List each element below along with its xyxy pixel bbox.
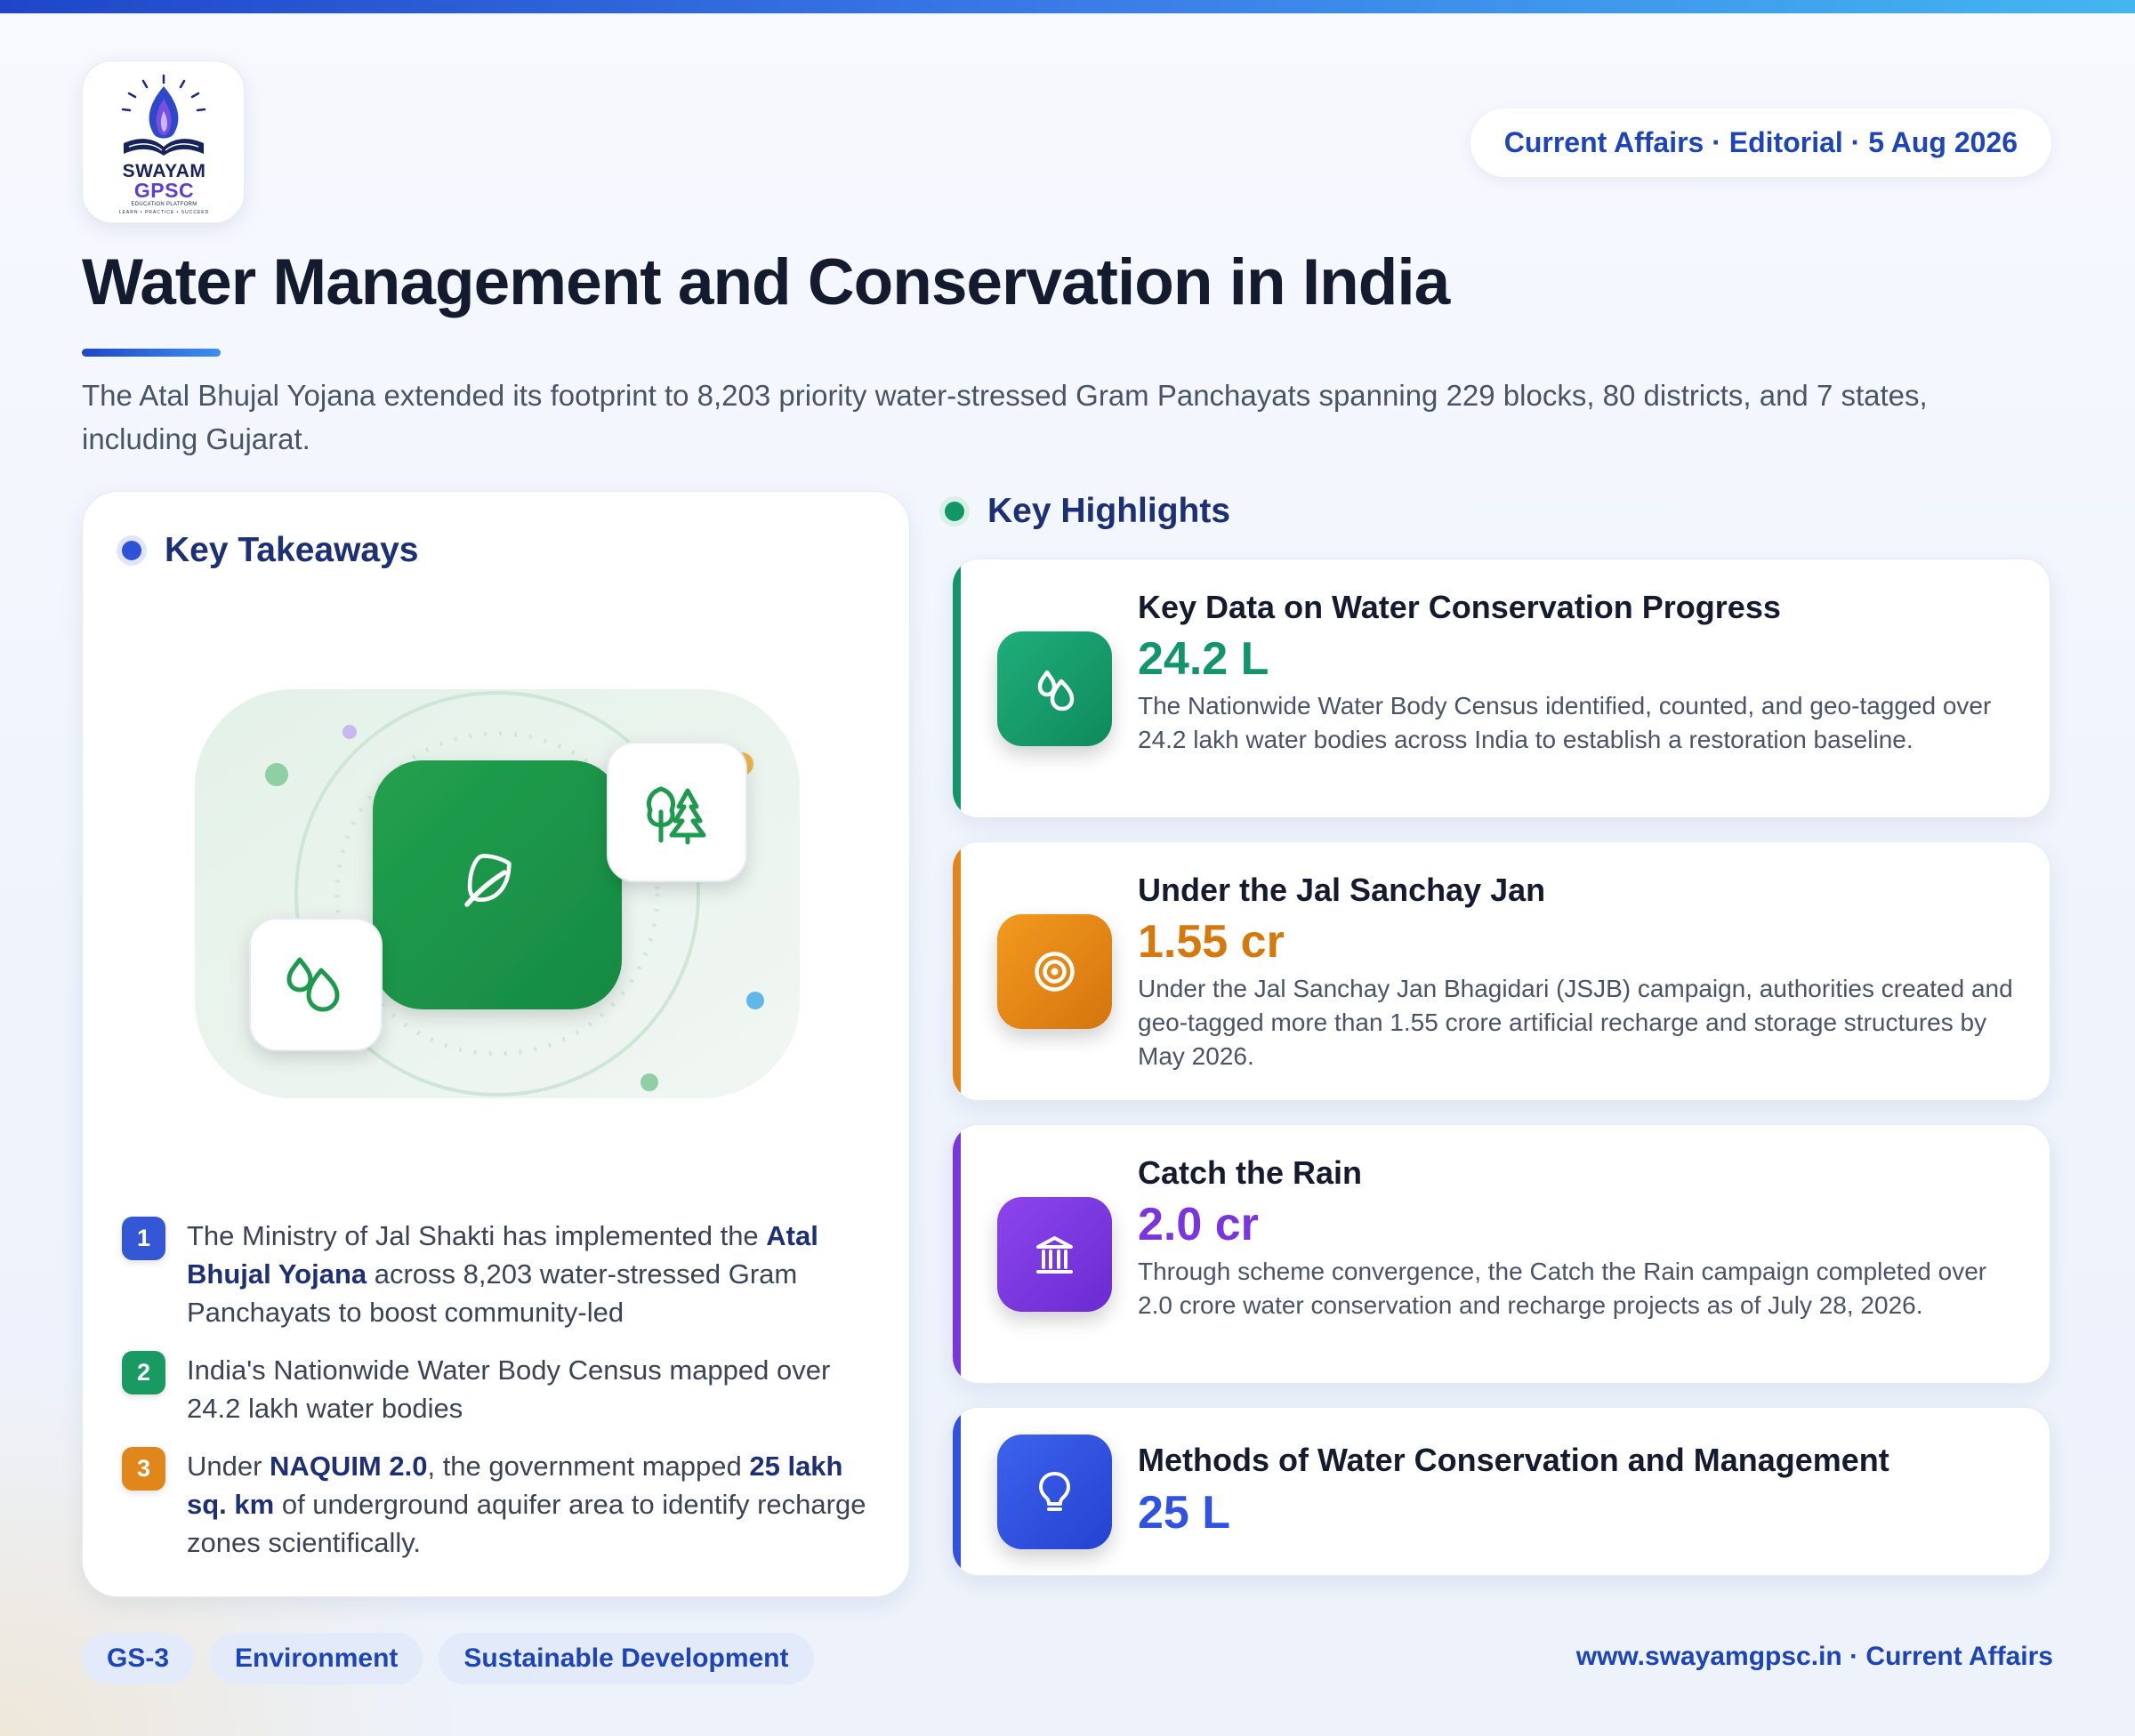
brand-logo[interactable]: SWAYAM GPSC EDUCATION PLATFORM LEARN • P… (82, 60, 245, 223)
top-accent-bar (0, 0, 2135, 13)
takeaway-text: Under NAQUIM 2.0, the government mapped … (187, 1447, 869, 1562)
takeaway-item-2: 2 India's Nationwide Water Body Census m… (122, 1351, 869, 1427)
takeaway-text-part: , the government mapped (427, 1451, 750, 1482)
highlight-value: 1.55 cr (1138, 916, 1285, 968)
takeaway-text-part: Under (187, 1451, 270, 1482)
title-underline (82, 349, 221, 357)
key-highlights-heading: Key Highlights (945, 492, 1230, 531)
institution-icon (997, 1197, 1112, 1312)
highlight-description: Under the Jal Sanchay Jan Bhagidari (JSJ… (1138, 975, 2013, 1070)
card-accent-strip (953, 1408, 961, 1575)
takeaway-text-bold: NAQUIM 2.0 (270, 1451, 428, 1482)
tag-gs3[interactable]: GS-3 (82, 1633, 195, 1684)
water-drops-icon (997, 631, 1112, 746)
tag-environment[interactable]: Environment (210, 1633, 423, 1684)
highlight-card-methods: Methods of Water Conservation and Manage… (952, 1407, 2050, 1576)
highlight-card-jal-sanchay: Under the Jal Sanchay Jan 1.55 cr Under … (952, 841, 2050, 1101)
key-takeaways-card: Key Takeaways 1 The Ministry of Jal Shak… (82, 491, 910, 1597)
footer-link[interactable]: www.swayamgpsc.in · Current Affairs (1576, 1642, 2053, 1672)
takeaway-text: India's Nationwide Water Body Census map… (187, 1351, 869, 1427)
key-highlights-label: Key Highlights (987, 492, 1231, 530)
logo-text-gpsc: GPSC (133, 179, 195, 202)
highlight-card-water-census: Key Data on Water Conservation Progress … (952, 559, 2050, 818)
lightbulb-icon (997, 1435, 1112, 1549)
card-accent-strip (953, 559, 961, 817)
takeaway-text-part: The Ministry of Jal Shakti has implement… (187, 1220, 767, 1251)
page-subtitle: The Atal Bhujal Yojana extended its foot… (82, 379, 1928, 455)
target-icon (997, 914, 1112, 1029)
logo-motto: LEARN • PRACTICE • SUCCEED (118, 210, 210, 215)
topic-tags: GS-3 Environment Sustainable Development (82, 1633, 814, 1684)
tag-sustainable-development[interactable]: Sustainable Development (439, 1633, 814, 1684)
section-dot (945, 502, 964, 521)
takeaway-number: 2 (122, 1351, 165, 1394)
highlight-title: Key Data on Water Conservation Progress (1138, 589, 1781, 625)
takeaway-item-1: 1 The Ministry of Jal Shakti has impleme… (122, 1217, 869, 1331)
takeaway-text-part: India's Nationwide Water Body Census map… (187, 1354, 831, 1424)
takeaway-item-3: 3 Under NAQUIM 2.0, the government mappe… (122, 1447, 869, 1562)
highlight-description: Through scheme convergence, the Catch th… (1138, 1258, 1987, 1319)
highlight-card-catch-the-rain: Catch the Rain 2.0 cr Through scheme con… (952, 1124, 2050, 1384)
highlight-title: Under the Jal Sanchay Jan (1138, 872, 1546, 908)
takeaway-number: 3 (122, 1447, 165, 1491)
page-title: Water Management and Conservation in Ind… (82, 246, 1450, 318)
highlight-title: Catch the Rain (1138, 1154, 1363, 1191)
takeaway-text: The Ministry of Jal Shakti has implement… (187, 1217, 869, 1331)
date-pill: Current Affairs · Editorial · 5 Aug 2026 (1470, 108, 2051, 177)
highlight-value: 2.0 cr (1138, 1199, 1259, 1250)
card-accent-strip (953, 1125, 961, 1383)
takeaway-text-part: of underground aquifer area to identify … (187, 1489, 866, 1558)
takeaway-number: 1 (122, 1217, 165, 1260)
conservation-illustration (195, 689, 800, 1098)
highlight-value: 24.2 L (1138, 633, 1269, 685)
highlight-value: 25 L (1138, 1487, 1231, 1539)
logo-tagline: EDUCATION PLATFORM (131, 202, 197, 207)
card-accent-strip (953, 842, 961, 1100)
highlight-description: The Nationwide Water Body Census identif… (1138, 692, 1992, 753)
highlight-title: Methods of Water Conservation and Manage… (1138, 1442, 1889, 1478)
